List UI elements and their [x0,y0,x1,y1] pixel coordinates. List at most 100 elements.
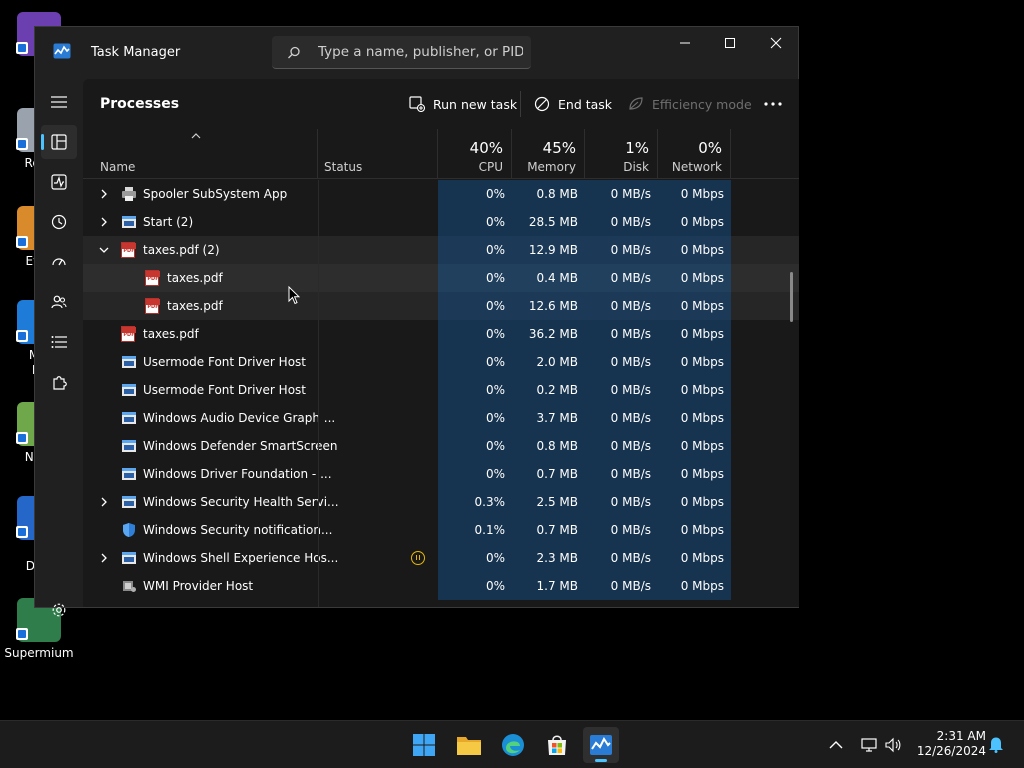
cpu-value: 0.1% [438,516,512,544]
process-name: Windows Shell Experience Hos... [143,551,339,565]
column-memory[interactable]: 45% Memory [512,129,585,179]
taskbar-store[interactable] [539,727,575,763]
nav-startup-apps[interactable] [41,245,77,279]
column-name[interactable]: Name [83,129,318,179]
table-row[interactable]: Start (2) 0% 28.5 MB 0 MB/s 0 Mbps [83,208,799,236]
taskbar-task-manager[interactable] [583,727,619,763]
vertical-scrollbar[interactable] [790,272,793,322]
chevron-up-icon [829,741,843,749]
table-row[interactable]: Usermode Font Driver Host 0% 0.2 MB 0 MB/s 0… [83,376,799,404]
more-options-button[interactable] [764,94,790,114]
cpu-value: 0% [438,432,512,460]
column-name-label: Name [100,160,136,174]
start-button[interactable] [406,727,442,763]
table-row[interactable]: Spooler SubSystem App 0% 0.8 MB 0 MB/s 0 Mbp… [83,180,799,208]
minimize-button[interactable] [662,27,708,59]
chevron-right-icon[interactable] [99,189,109,199]
clock[interactable]: 2:31 AM 12/26/2024 [910,729,986,759]
network-value: 0 Mbps [658,572,731,600]
table-row[interactable]: PDF taxes.pdf 0% 0.4 MB 0 MB/s 0 Mbps [83,264,799,292]
cpu-value: 0% [438,208,512,236]
taskbar-edge[interactable] [495,727,531,763]
table-row[interactable]: Windows Driver Foundation - ... 0% 0.7 MB 0… [83,460,799,488]
nav-app-history[interactable] [41,205,77,239]
table-row[interactable]: PDF taxes.pdf (2) 0% 12.9 MB 0 MB/s 0 Mbps [83,236,799,264]
chevron-down-icon[interactable] [99,245,109,255]
column-cpu[interactable]: 40% CPU [438,129,512,179]
table-row[interactable]: WMI Provider Host 0% 1.7 MB 0 MB/s 0 Mbps [83,572,799,600]
nav-settings[interactable] [41,593,77,627]
table-row[interactable]: PDF taxes.pdf 0% 12.6 MB 0 MB/s 0 Mbps [83,292,799,320]
cpu-value: 0% [438,180,512,208]
notifications-button[interactable] [988,735,1006,755]
window-app-icon [122,440,136,452]
process-name: WMI Provider Host [143,579,254,593]
nav-users[interactable] [41,285,77,319]
table-row[interactable]: Windows Audio Device Graph ... 0% 3.7 MB 0 … [83,404,799,432]
show-hidden-icons-button[interactable] [829,735,847,755]
chevron-right-icon[interactable] [99,497,109,507]
run-new-task-button[interactable]: Run new task [409,94,517,114]
nav-performance[interactable] [41,165,77,199]
disk-value: 0 MB/s [585,404,658,432]
column-network[interactable]: 0% Network [658,129,731,179]
process-name: Windows Audio Device Graph ... [143,411,336,425]
hamburger-menu-button[interactable] [41,85,77,119]
process-name: taxes.pdf [143,327,199,341]
column-disk[interactable]: 1% Disk [585,129,658,179]
end-task-label: End task [558,96,613,112]
disk-value: 0 MB/s [585,208,658,236]
run-new-task-label: Run new task [433,96,518,112]
quick-settings-button[interactable] [858,733,904,757]
taskbar-file-explorer[interactable] [451,727,487,763]
task-manager-logo-icon [53,43,71,59]
network-value: 0 Mbps [658,180,731,208]
table-row[interactable]: Windows Shell Experience Hos... 0% 2.3 MB 0… [83,544,799,572]
cpu-value: 0% [438,292,512,320]
end-task-button[interactable]: End task [534,94,612,114]
network-value: 0 Mbps [658,320,731,348]
shortcut-arrow-icon [16,330,28,342]
network-icon [861,738,877,752]
table-row[interactable]: Windows Security notification... 0.1% 0.7 … [83,516,799,544]
chevron-right-icon[interactable] [99,217,109,227]
table-row[interactable]: Windows Security Health Servi... 0.3% 2.5 … [83,488,799,516]
process-name: Windows Defender SmartScreen [143,439,338,453]
process-name: Usermode Font Driver Host [143,355,306,369]
maximize-button[interactable] [707,27,753,59]
table-row[interactable]: Windows Defender SmartScreen 0% 0.8 MB 0 MB… [83,432,799,460]
nav-details[interactable] [41,325,77,359]
network-value: 0 Mbps [658,488,731,516]
task-manager-window: Task Manager Type a name, publisher, or … [34,26,800,617]
cpu-value: 0% [438,236,512,264]
disk-value: 0 MB/s [585,348,658,376]
disk-total: 1% [625,139,649,157]
table-row[interactable]: PDF taxes.pdf 0% 36.2 MB 0 MB/s 0 Mbps [83,320,799,348]
leaf-icon [629,97,643,110]
suspended-status-icon [411,551,425,565]
start-icon [413,734,435,756]
startup-speedometer-icon [52,258,66,266]
pdf-icon: PDF [121,242,136,258]
nav-services[interactable] [41,365,77,399]
memory-value: 0.4 MB [512,264,585,292]
disk-value: 0 MB/s [585,236,658,264]
title-bar[interactable]: Task Manager [35,27,800,79]
table-row[interactable]: Usermode Font Driver Host 0% 2.0 MB 0 MB/s 0… [83,348,799,376]
nav-processes[interactable] [41,125,77,159]
close-button[interactable] [753,27,799,59]
column-status[interactable]: Status [318,129,438,179]
hamburger-icon [51,96,67,108]
wmi-icon [123,581,136,592]
efficiency-mode-button[interactable]: Efficiency mode [628,94,752,114]
taskbar: 2:31 AM 12/26/2024 [0,720,1024,768]
search-box[interactable] [272,36,531,69]
store-icon [548,735,566,755]
cpu-total: 40% [469,139,503,157]
printer-icon [122,187,136,201]
chevron-right-icon[interactable] [99,553,109,563]
window-app-icon [122,468,136,480]
window-app-icon [122,216,136,228]
search-input[interactable] [318,41,523,63]
process-list: Spooler SubSystem App 0% 0.8 MB 0 MB/s 0 Mbp… [83,180,799,607]
